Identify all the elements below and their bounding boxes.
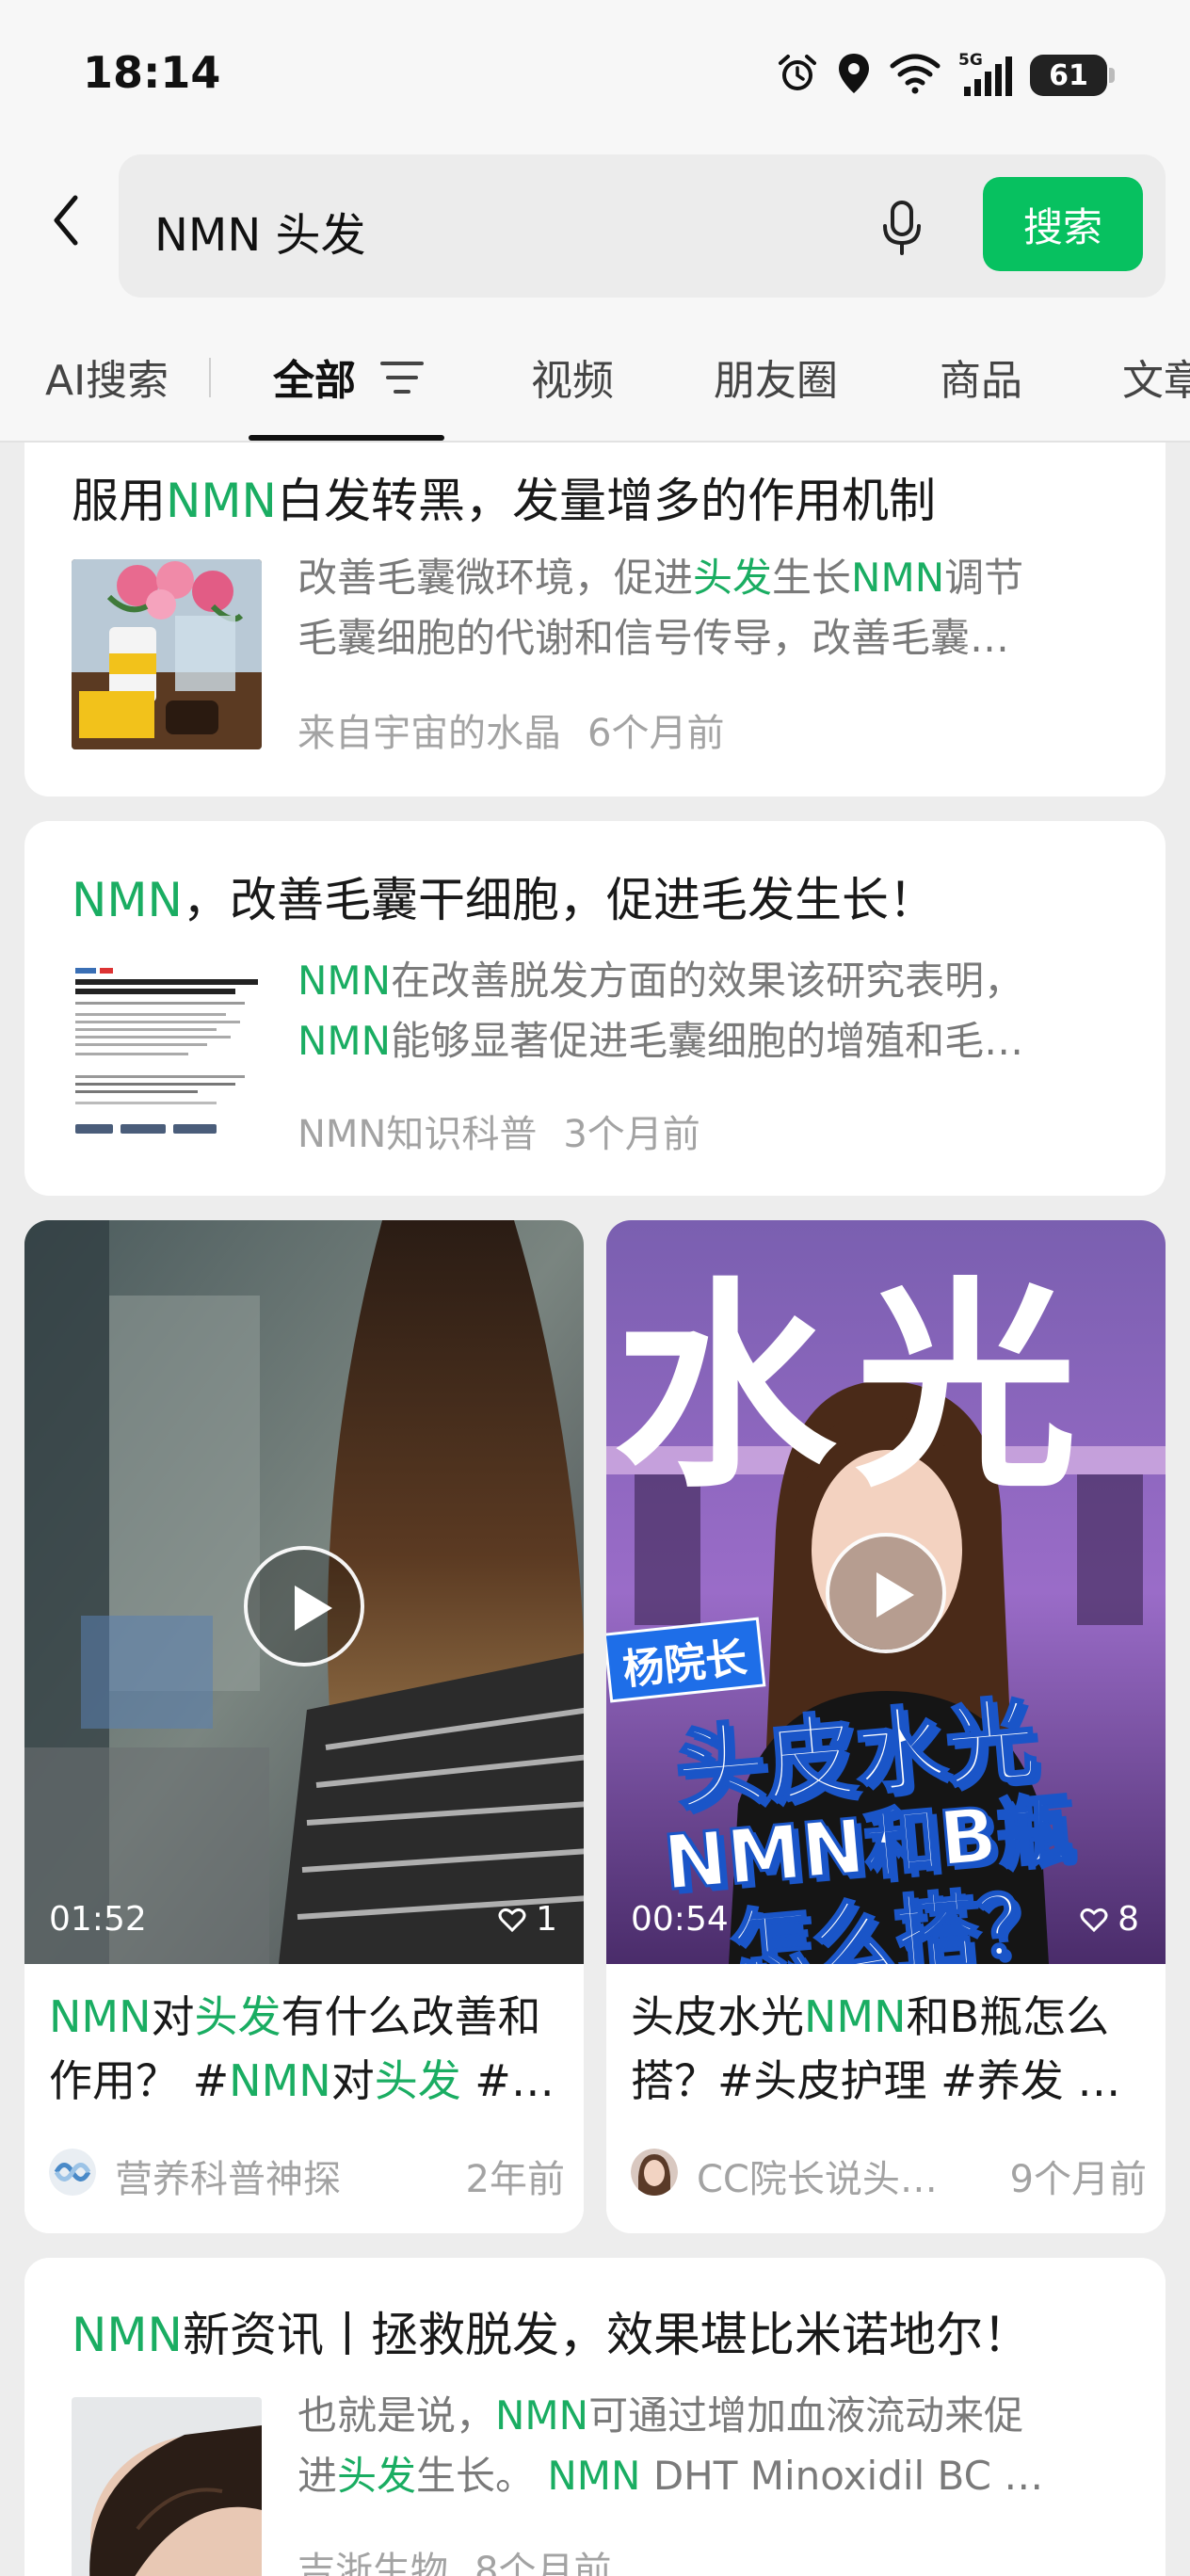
avatar	[49, 2149, 96, 2196]
status-icons: 5G 61	[776, 49, 1115, 102]
result-snippet: NMN在改善脱发方面的效果该研究表明， NMN能够显著促进毛囊细胞的增殖和毛…	[298, 958, 1024, 1064]
result-title: NMN新资讯丨拯救脱发，效果堪比米诺地尔！	[72, 2308, 1030, 2362]
location-icon	[836, 52, 872, 99]
result-snippet: 也就是说，NMN可通过增加血液流动来促 进头发生长。 NMN DHT Minox…	[298, 2392, 1044, 2499]
back-arrow-icon	[54, 195, 78, 246]
play-button[interactable]	[244, 1546, 364, 1666]
alarm-icon	[776, 52, 819, 99]
video-likes: 1	[498, 1900, 557, 1939]
result-time: 6个月前	[587, 712, 725, 755]
author-name: 营养科普神探	[115, 2158, 341, 2201]
result-meta: 来自宇宙的水晶 6个月前	[298, 702, 724, 757]
result-source: NMN知识科普	[298, 1113, 538, 1156]
tab-moments[interactable]: 朋友圈	[714, 346, 838, 407]
video-title: 头皮水光NMN和B瓶怎么 搭？#头皮护理 #养发 #…	[631, 1991, 1147, 2106]
result-meta: NMN知识科普 3个月前	[298, 1103, 700, 1158]
result-thumbnail	[72, 958, 262, 1149]
video-like-count: 1	[536, 1900, 557, 1939]
tab-all[interactable]: 全部	[273, 346, 356, 407]
voice-input-button[interactable]	[874, 198, 930, 258]
search-header: NMN 头发 搜索	[0, 151, 1190, 301]
heart-icon	[498, 1908, 526, 1932]
signal-icon: 5G	[958, 51, 1013, 98]
battery-icon: 61	[1030, 55, 1115, 96]
video-title: NMN对头发有什么改善和 作用？ #NMN对头发 #…	[49, 1991, 555, 2106]
active-tab-indicator	[249, 435, 444, 441]
result-source: 吉浙生物	[298, 2550, 448, 2576]
back-button[interactable]	[38, 192, 94, 249]
play-button[interactable]	[826, 1533, 946, 1653]
result-title: 服用NMN白发转黑，发量增多的作用机制	[72, 474, 936, 528]
result-time: 3个月前	[563, 1113, 700, 1156]
wifi-icon	[889, 53, 941, 98]
result-card[interactable]: NMN新资讯丨拯救脱发，效果堪比米诺地尔！ 也就是说，NMN可通过增加血液流动来…	[24, 2258, 1166, 2576]
avatar	[631, 2149, 678, 2196]
author-name: CC院长说头…	[697, 2158, 938, 2201]
result-card[interactable]: 服用NMN白发转黑，发量增多的作用机制 改善毛囊微环境，促进头发生长NMN调节 …	[24, 443, 1166, 797]
tab-articles[interactable]: 文章	[1122, 346, 1190, 407]
tab-video[interactable]: 视频	[531, 346, 614, 407]
search-box[interactable]: NMN 头发 搜索	[119, 154, 1166, 298]
video-time: 9个月前	[1009, 2158, 1147, 2201]
video-duration: 01:52	[49, 1900, 147, 1939]
video-likes: 8	[1080, 1900, 1139, 1939]
search-button[interactable]: 搜索	[983, 177, 1143, 271]
result-card[interactable]: NMN，改善毛囊干细胞，促进毛发生长！ NMN在改善脱发方面的效果该研究表明，	[24, 821, 1166, 1196]
result-title: NMN，改善毛囊干细胞，促进毛发生长！	[72, 873, 936, 927]
video-thumbnail[interactable]: 水光 杨院长 头皮水光 NMN和B瓶 怎么搭？ 00:54 8	[606, 1220, 1166, 1964]
tab-ai-search[interactable]: AI搜索	[45, 346, 169, 407]
video-author[interactable]: CC院长说头… 9个月前	[631, 2143, 1147, 2201]
video-time: 2年前	[465, 2158, 565, 2201]
result-time: 8个月前	[474, 2550, 612, 2576]
video-like-count: 8	[1118, 1900, 1139, 1939]
video-thumbnail[interactable]: 01:52 1	[24, 1220, 584, 1964]
status-time: 18:14	[83, 47, 221, 98]
video-card[interactable]: 01:52 1 NMN对头发有什么改善和 作用？ #NMN对头发 #… 营养科普…	[24, 1220, 584, 2233]
status-bar: 18:14 5G 61	[0, 0, 1190, 151]
video-duration: 00:54	[631, 1900, 729, 1939]
tab-products[interactable]: 商品	[940, 346, 1022, 407]
result-thumbnail	[72, 2397, 262, 2576]
heart-icon	[1080, 1908, 1108, 1932]
result-thumbnail	[72, 559, 262, 749]
overlay-big-text: 水光	[614, 1259, 1097, 1518]
video-card[interactable]: 水光 杨院长 头皮水光 NMN和B瓶 怎么搭？ 00:54 8 头皮水光NMN和…	[606, 1220, 1166, 2233]
filter-icon[interactable]	[380, 360, 424, 395]
result-source: 来自宇宙的水晶	[298, 712, 561, 755]
microphone-icon	[883, 201, 921, 255]
tab-bar: AI搜索 全部 视频 朋友圈 商品 文章	[0, 301, 1190, 443]
video-author[interactable]: 营养科普神探 2年前	[49, 2143, 565, 2201]
tab-divider	[209, 358, 211, 397]
result-snippet: 改善毛囊微环境，促进头发生长NMN调节 毛囊细胞的代谢和信号传导，改善毛囊…	[298, 555, 1024, 661]
result-meta: 吉浙生物 8个月前	[298, 2540, 611, 2576]
search-input[interactable]: NMN 头发	[154, 198, 366, 264]
